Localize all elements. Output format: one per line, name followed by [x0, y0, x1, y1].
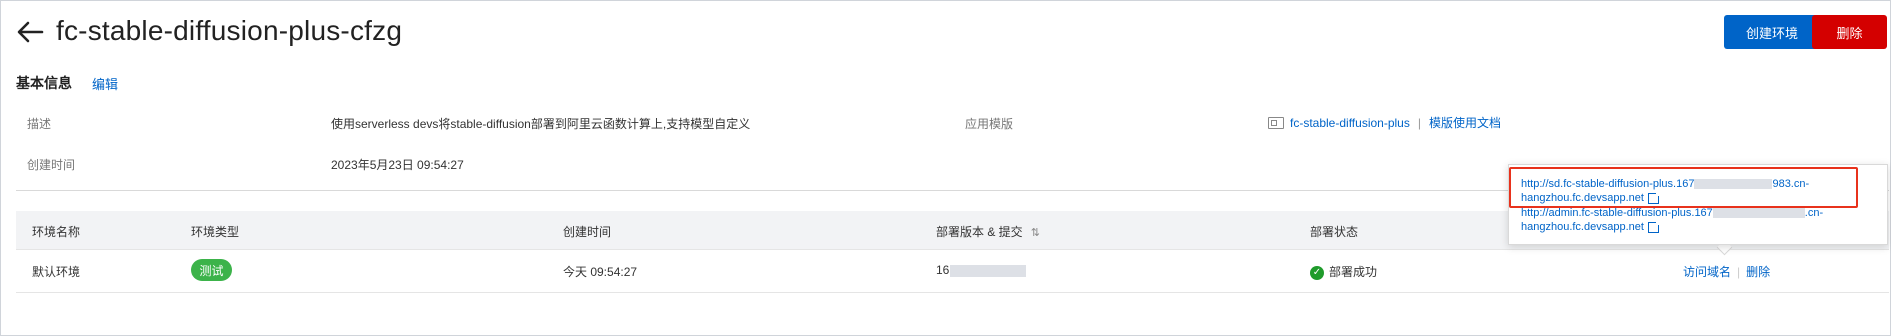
- redacted-block: [950, 264, 1027, 277]
- sort-icon[interactable]: ⇅: [1031, 226, 1040, 239]
- row-actions: 访问域名 | 删除: [1683, 263, 1770, 280]
- url2-prefix: http://admin.fc-stable-diffusion-plus.16…: [1521, 207, 1713, 219]
- col-version-label: 部署版本 & 提交: [936, 225, 1023, 239]
- env-type-badge: 测试: [191, 259, 232, 281]
- separator: |: [1417, 115, 1421, 130]
- version-link[interactable]: 16: [936, 263, 1027, 277]
- external-link-icon: [1647, 220, 1660, 233]
- template-link[interactable]: fc-stable-diffusion-plus: [1290, 116, 1410, 130]
- page-frame: fc-stable-diffusion-plus-cfzg 创建环境 删除 基本…: [0, 0, 1891, 336]
- app-template-label: 应用模版: [965, 117, 1014, 131]
- env-name-link[interactable]: 默认环境: [32, 263, 80, 280]
- action-separator: |: [1737, 265, 1741, 279]
- template-icon: [1268, 116, 1284, 129]
- url2-host: hangzhou.fc.devsapp.net: [1521, 221, 1644, 233]
- visit-domain-link[interactable]: 访问域名: [1683, 265, 1731, 279]
- template-doc-link[interactable]: 模版使用文档: [1429, 114, 1501, 131]
- edit-link[interactable]: 编辑: [92, 74, 118, 93]
- arrow-left-icon[interactable]: [15, 17, 45, 47]
- table-row: 默认环境 测试 今天 09:54:27 16 ✓ 部署成功 访问域名 | 删除: [16, 250, 1889, 293]
- status: ✓ 部署成功: [1310, 263, 1377, 280]
- page-title: fc-stable-diffusion-plus-cfzg: [56, 15, 403, 46]
- redacted-block: [1712, 208, 1805, 219]
- domain-url-admin[interactable]: http://admin.fc-stable-diffusion-plus.16…: [1521, 206, 1871, 234]
- highlight-box: [1509, 167, 1858, 208]
- version-text: 16: [936, 263, 950, 277]
- col-env-type: 环境类型: [191, 225, 240, 239]
- col-created: 创建时间: [563, 225, 612, 239]
- url2-suffix: .cn-: [1804, 207, 1824, 219]
- app-template-value: fc-stable-diffusion-plus | 模版使用文档: [1268, 114, 1501, 131]
- check-circle-icon: ✓: [1310, 265, 1324, 280]
- col-version[interactable]: 部署版本 & 提交 ⇅: [936, 223, 1040, 240]
- col-status: 部署状态: [1310, 225, 1359, 239]
- created-value: 2023年5月23日 09:54:27: [331, 158, 464, 172]
- delete-env-link[interactable]: 删除: [1746, 265, 1770, 279]
- desc-value: 使用serverless devs将stable-diffusion部署到阿里云…: [331, 117, 751, 131]
- create-env-button[interactable]: 创建环境: [1724, 15, 1820, 49]
- desc-label: 描述: [27, 117, 52, 131]
- env-created: 今天 09:54:27: [563, 265, 638, 279]
- col-env-name: 环境名称: [32, 225, 81, 239]
- delete-app-button[interactable]: 删除: [1812, 15, 1887, 49]
- status-text: 部署成功: [1329, 265, 1378, 279]
- section-title-basic-info: 基本信息: [16, 75, 72, 91]
- created-label: 创建时间: [27, 158, 76, 172]
